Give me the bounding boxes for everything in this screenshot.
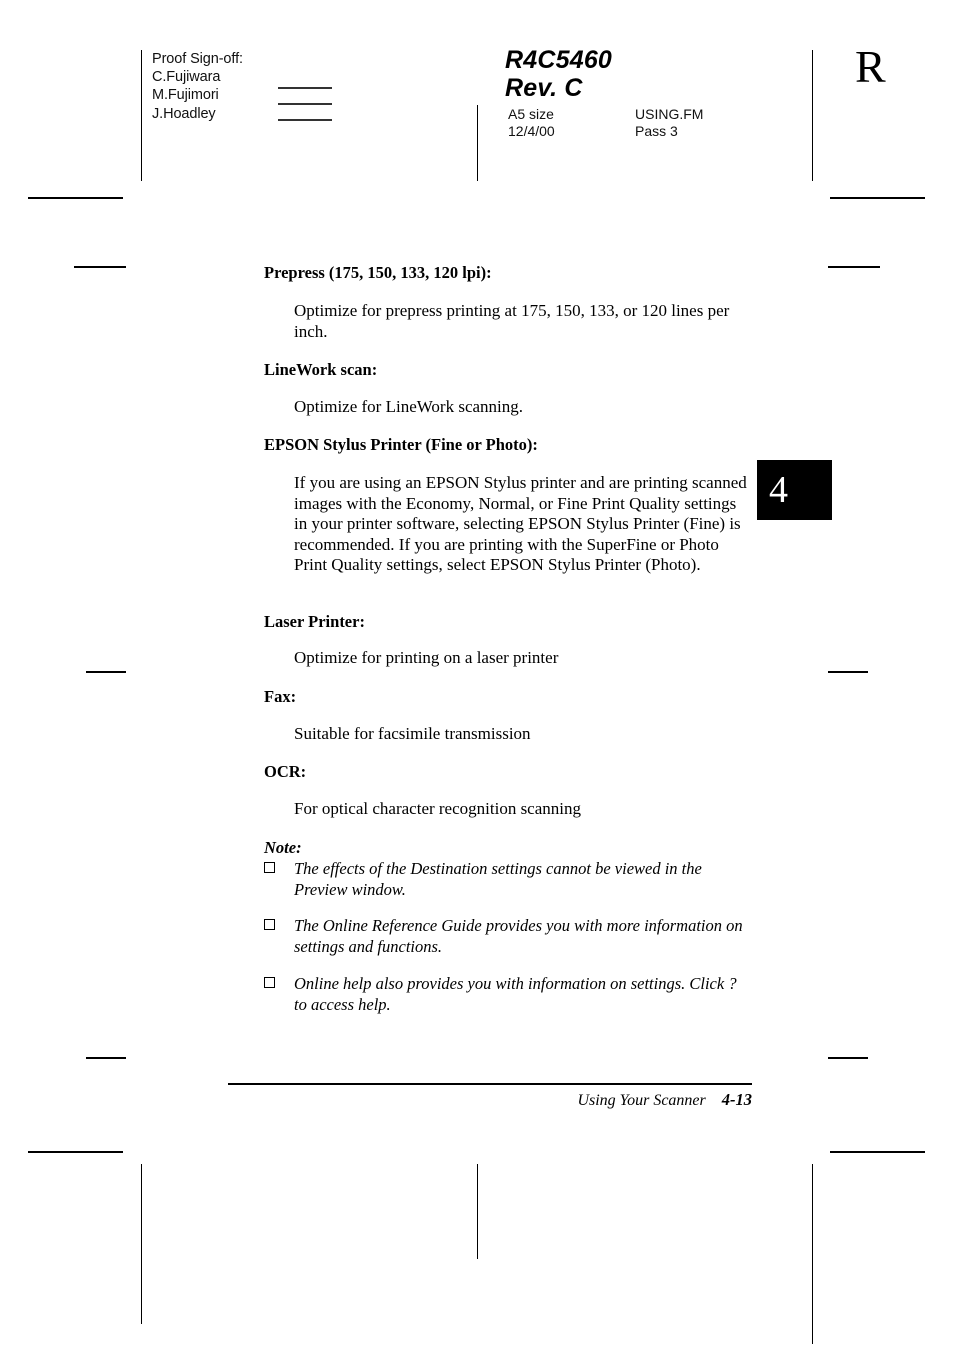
proof-reviewer-3: J.Hoadley [152, 105, 216, 122]
note-bullet-square-icon [264, 977, 275, 988]
frame-rule-center-bottom [477, 1164, 478, 1259]
signature-line-3[interactable] [278, 119, 332, 121]
chapter-tab: 4 [757, 460, 832, 520]
note-item-3-text: Online help also provides you with infor… [294, 974, 737, 1014]
frame-rule-center-top [477, 105, 478, 181]
signature-line-2[interactable] [278, 103, 332, 105]
note-item-2: The Online Reference Guide provides you … [264, 916, 744, 957]
crop-mark-upper-right [828, 266, 880, 268]
proof-date-label: 12/4/00 [508, 123, 555, 139]
document-meta-left: A5 size 12/4/00 [508, 106, 555, 140]
document-id-block: R4C5460 Rev. C [505, 46, 612, 102]
section-body-prepress: Optimize for prepress printing at 175, 1… [294, 301, 730, 341]
crop-mark-bottom-right [830, 1151, 925, 1153]
document-revision: Rev. C [505, 74, 583, 102]
frame-rule-left-top [141, 50, 142, 181]
note-item-1: The effects of the Destination settings … [264, 859, 744, 900]
section-heading-epson-stylus: EPSON Stylus Printer (Fine or Photo): [264, 435, 538, 454]
section-heading-fax: Fax: [264, 687, 297, 706]
crop-mark-upper-left [74, 266, 126, 268]
document-id: R4C5460 [505, 46, 613, 74]
footer: Using Your Scanner 4-13 [228, 1090, 752, 1111]
document-page: Proof Sign-off: C.Fujiwara M.Fujimori J.… [0, 0, 954, 1351]
frame-rule-right-top [812, 50, 813, 181]
crop-mark-lower-right [828, 1057, 868, 1059]
document-meta-right: USING.FM Pass 3 [635, 106, 703, 140]
crop-mark-top-right [830, 197, 925, 199]
chapter-tab-number: 4 [769, 469, 788, 511]
proof-signoff-title: Proof Sign-off: [152, 51, 243, 67]
crop-mark-middle-left [86, 671, 126, 673]
section-body-ocr: For optical character recognition scanni… [294, 799, 581, 818]
frame-rule-right-bottom [812, 1164, 813, 1344]
section-heading-prepress: Prepress (175, 150, 133, 120 lpi): [264, 263, 492, 282]
section-body-epson-stylus: If you are using an EPSON Stylus printer… [294, 473, 747, 574]
section-body-laser-printer: Optimize for printing on a laser printer [294, 648, 559, 667]
paper-size-label: A5 size [508, 106, 554, 122]
note-label: Note: [264, 838, 302, 857]
note-bullet-square-icon [264, 862, 275, 873]
section-heading-laser-printer: Laser Printer: [264, 612, 365, 631]
note-item-1-text: The effects of the Destination settings … [294, 859, 702, 899]
note-item-3: Online help also provides you with infor… [264, 974, 744, 1015]
crop-mark-lower-left [86, 1057, 126, 1059]
section-heading-ocr: OCR: [264, 762, 307, 781]
section-body-fax: Suitable for facsimile transmission [294, 724, 531, 743]
crop-mark-top-left [28, 197, 123, 199]
section-heading-linework: LineWork scan: [264, 360, 378, 379]
note-bullet-square-icon [264, 919, 275, 930]
source-filename-label: USING.FM [635, 106, 704, 122]
footer-divider [228, 1083, 752, 1085]
section-body-linework: Optimize for LineWork scanning. [294, 397, 524, 416]
crop-mark-bottom-left [28, 1151, 123, 1153]
crop-mark-middle-right [828, 671, 868, 673]
footer-page-number: 4-13 [721, 1090, 752, 1109]
proof-mark-letter: R [855, 41, 886, 92]
proof-signoff-block: Proof Sign-off: C.Fujiwara M.Fujimori J.… [152, 50, 243, 123]
pass-number-label: Pass 3 [635, 123, 678, 139]
proof-reviewer-2: M.Fujimori [152, 87, 219, 104]
footer-chapter-title: Using Your Scanner [577, 1092, 706, 1109]
proof-reviewer-1: C.Fujiwara [152, 69, 221, 86]
note-item-2-text: The Online Reference Guide provides you … [294, 916, 743, 956]
frame-rule-left-bottom [141, 1164, 142, 1324]
signature-line-1[interactable] [278, 87, 332, 89]
